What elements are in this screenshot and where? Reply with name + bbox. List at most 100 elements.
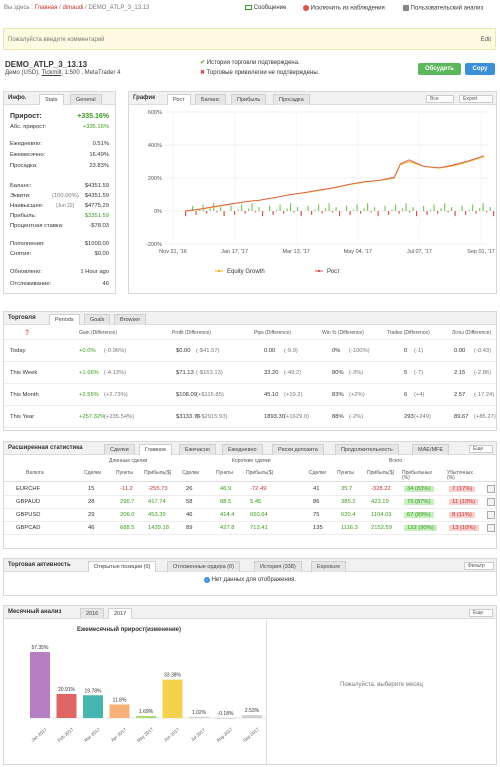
tab-duration[interactable]: Продолжительность <box>335 444 399 455</box>
discuss-button[interactable]: Обсудить <box>418 63 461 75</box>
monthly-panel: Месячный анализ 2016 2017 Еще Ежемесячны… <box>3 605 497 765</box>
ext-cell: 206.0 <box>120 512 135 518</box>
ext-cell: 58 <box>186 499 193 505</box>
profit-bar <box>454 211 456 217</box>
profit-bar <box>300 211 302 217</box>
trading-panel: Торговля Periods Goals Browser ❓ Gain (D… <box>3 311 497 431</box>
profit-bar <box>405 203 407 211</box>
select-month-message: Пожалуйста, выберите месяц <box>340 682 423 688</box>
month-bar[interactable] <box>30 652 50 718</box>
trading-cell: (+2.73%) <box>104 392 128 398</box>
trading-cell: (-1) <box>414 348 424 354</box>
tab-drawdown[interactable]: Просадка <box>273 94 310 105</box>
tab-history[interactable]: История (338) <box>254 561 302 572</box>
breadcrumb-user-link[interactable]: dimaudi <box>62 5 83 11</box>
trading-cell: (+1629.0) <box>284 414 309 420</box>
trading-cell: 88% <box>332 414 344 420</box>
broker-link[interactable]: Tickmill <box>42 70 62 76</box>
ext-period-select[interactable]: Еще <box>469 445 493 453</box>
chart-icon[interactable] <box>487 485 495 493</box>
ext-cell: -72.49 <box>250 486 267 492</box>
filter-select[interactable]: Фильтр <box>464 562 494 570</box>
trading-cell: $108.09 <box>176 392 197 398</box>
y-tick-label: 200% <box>148 176 162 182</box>
message-action[interactable]: Сообщение <box>245 5 286 11</box>
copy-button[interactable]: Copy <box>465 63 495 75</box>
comment-edit-link[interactable]: Edit <box>481 37 491 43</box>
profit-bar <box>360 211 362 214</box>
tab-stats[interactable]: Stats <box>39 94 64 105</box>
tab-2016[interactable]: 2016 <box>80 608 105 619</box>
ext-row: GBPAUD 28 296.7 417.74 58 88.5 5.45 86 385.2 423.… <box>4 496 496 509</box>
ext-cell: 122 (90%) <box>404 525 437 531</box>
profit-bar <box>437 211 439 214</box>
profit-bar <box>279 204 281 211</box>
month-label: Feb 2017 <box>57 727 75 743</box>
tab-open-positions[interactable]: Открытые позиции (0) <box>88 561 157 572</box>
stat-row: Ежемесячно: 16.49% <box>10 152 109 158</box>
month-bar[interactable] <box>83 695 103 718</box>
month-bar[interactable] <box>56 693 77 718</box>
chart-icon[interactable] <box>487 498 495 506</box>
tab-general[interactable]: General <box>70 94 102 105</box>
ext-cell: 423.19 <box>371 499 389 505</box>
tab-balance[interactable]: Баланс <box>195 94 226 105</box>
trading-cell: 80% <box>332 370 344 376</box>
tab-profit[interactable]: Прибыль <box>231 94 267 105</box>
tab-goals[interactable]: Goals <box>84 314 111 325</box>
month-label: Jun 2017 <box>163 727 181 743</box>
ext-col-label: Сделки <box>309 470 327 476</box>
stat-row: Эквити: (100.00%) $4351.59 <box>10 193 109 199</box>
ext-cell: 75 (87%) <box>404 499 434 505</box>
ext-cell: 417.74 <box>148 499 166 505</box>
tab-daily[interactable]: Ежедневно <box>222 444 263 455</box>
month-bar[interactable] <box>162 679 183 718</box>
breadcrumb: Вы здесь : Главная / dimaudi / DEMO_ATLP… <box>4 5 149 11</box>
bar-value-label: 1.02% <box>192 710 207 716</box>
trading-cell: +2.55% <box>79 392 99 398</box>
tab-browser[interactable]: Browser <box>114 314 147 325</box>
breadcrumb-home-link[interactable]: Главная <box>35 5 58 11</box>
tab-main[interactable]: Главное <box>139 444 173 455</box>
help-icon[interactable]: ❓ <box>24 330 30 336</box>
comment-bar[interactable]: Пожалуйста введите комментарий Edit <box>3 28 496 50</box>
profile-action[interactable]: Пользовательский анализ <box>403 5 483 12</box>
breadcrumb-prefix: Вы здесь : <box>4 5 33 11</box>
trading-cell: +1.66% <box>79 370 99 376</box>
trading-cell: 83% <box>332 392 344 398</box>
chart-icon[interactable] <box>487 524 495 532</box>
monthly-period-select[interactable]: Еще <box>469 609 493 617</box>
month-bar[interactable] <box>189 716 209 718</box>
tab-mae-mfe[interactable]: MAE/MFE <box>412 444 450 455</box>
trading-header: ❓ Gain (Difference) Profit (Difference) … <box>4 326 496 340</box>
trading-cell: (-49.2) <box>284 370 302 376</box>
profit-bar <box>209 208 211 211</box>
month-bar[interactable] <box>109 704 130 718</box>
unwatch-action[interactable]: Исключить из наблюдения <box>303 5 385 12</box>
tab-periods[interactable]: Periods <box>49 314 80 325</box>
tab-growth[interactable]: Рост <box>167 94 191 105</box>
period-select[interactable]: Все <box>426 95 454 103</box>
profit-bar <box>293 211 295 213</box>
ext-col-label: Прибыль($) <box>246 470 274 476</box>
profit-bar <box>262 211 264 217</box>
tab-2017[interactable]: 2017 <box>108 608 133 619</box>
tab-hourly[interactable]: Ежечасно <box>179 444 216 455</box>
profit-bar <box>248 208 250 211</box>
export-select[interactable]: Export <box>459 95 493 103</box>
y-tick-label: 0% <box>154 209 162 215</box>
trading-cell: 0.00 <box>454 348 466 354</box>
ext-cell: 414.4 <box>220 512 235 518</box>
month-bar[interactable] <box>242 715 262 718</box>
ext-col-label: Убыточных (%) <box>447 470 473 481</box>
tab-trades[interactable]: Сделки <box>104 444 135 455</box>
tab-exposure[interactable]: Exposure <box>311 561 347 572</box>
ext-stats-panel: Расширенная статистика Сделки Главное Еж… <box>3 441 497 549</box>
profit-bar <box>475 211 477 214</box>
chart-icon[interactable] <box>487 511 495 519</box>
month-bar[interactable] <box>136 716 156 718</box>
tab-pending-orders[interactable]: Отложенные ордера (0) <box>167 561 240 572</box>
month-bar[interactable] <box>215 718 236 719</box>
trading-cell: (-100%) <box>349 348 370 354</box>
tab-deposit-risk[interactable]: Риски депозита <box>272 444 324 455</box>
